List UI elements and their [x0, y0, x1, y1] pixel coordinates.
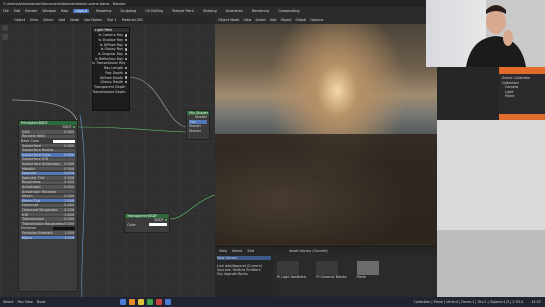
- folder-icon[interactable]: [137, 299, 144, 305]
- outliner-item[interactable]: Plane: [502, 94, 542, 99]
- bsdf-param-row[interactable]: Alpha 1.000: [19, 235, 77, 240]
- light-path-node[interactable]: Light Path Is Camera Ray Is Shadow Ray I…: [92, 27, 130, 111]
- mode-dropdown[interactable]: Object Mode: [218, 18, 239, 22]
- tab-animation[interactable]: Animation: [224, 9, 245, 13]
- light-path-output[interactable]: Diffuse Depth: [95, 75, 127, 80]
- windows-start-icon[interactable]: [119, 299, 126, 305]
- presenter-figure: [466, 0, 545, 67]
- light-path-output[interactable]: Is Transmission Ray: [92, 61, 127, 66]
- asset-tile[interactable]: Pl Ceramic Blocks: [316, 261, 347, 279]
- window-title: C:\Users\Administrator\Documents\blender…: [3, 1, 126, 6]
- vp-menu-object[interactable]: Object: [280, 18, 291, 22]
- orientation-dropdown[interactable]: Global: [296, 18, 307, 22]
- bsdf-param-row[interactable]: Emission Strength 1.000: [19, 231, 77, 236]
- bsdf-param-row[interactable]: Transmission 0.000: [19, 217, 77, 222]
- tab-rendering[interactable]: Rendering: [250, 9, 271, 13]
- bsdf-param-row[interactable]: Clearcoat Roughness 0.030: [19, 208, 77, 213]
- menu-render[interactable]: Render: [25, 9, 37, 13]
- status-node: Node: [36, 300, 46, 304]
- render-preview: [437, 120, 545, 297]
- bsdf-param-row[interactable]: Clearcoat 0.000: [19, 203, 77, 208]
- status-pan: Pan View: [17, 300, 33, 304]
- webcam-overlay: [426, 0, 545, 67]
- tab-layout[interactable]: Layout: [73, 9, 89, 13]
- outliner-header: [499, 67, 545, 74]
- light-path-title: Light Path: [93, 28, 129, 32]
- bsdf-param-row[interactable]: Anisotropic 0.000: [19, 185, 77, 190]
- tab-texture-paint[interactable]: Texture Paint: [170, 9, 196, 13]
- bsdf-param-row[interactable]: GGX 0.000: [19, 130, 77, 135]
- light-path-output[interactable]: Is Camera Ray: [95, 33, 127, 38]
- app-icon[interactable]: [164, 299, 171, 305]
- catalog-item[interactable]: Now Library: [217, 256, 271, 260]
- vp-menu-select[interactable]: Select: [255, 18, 265, 22]
- ab-menu-select[interactable]: Select: [232, 249, 242, 253]
- options-dropdown[interactable]: Options: [310, 18, 323, 22]
- menu-file[interactable]: File: [3, 9, 9, 13]
- light-path-output[interactable]: Is Reflection Ray: [95, 56, 127, 61]
- light-path-output[interactable]: Glossy Depth: [95, 80, 127, 85]
- asset-tile[interactable]: Pl Light Aesthetic: [277, 261, 306, 279]
- render-floor: [437, 230, 545, 297]
- asset-grid: Pl Light Aesthetic Pl Ceramic Blocks Pla…: [277, 261, 379, 279]
- bsdf-param-row[interactable]: Transmission Roughness 0.000: [19, 221, 77, 226]
- status-select: Select: [3, 300, 14, 304]
- tab-compositing[interactable]: Compositing: [276, 9, 301, 13]
- asset-browser[interactable]: View Select Edit Asset Library (Current)…: [215, 246, 437, 298]
- 3d-viewport-render[interactable]: [215, 24, 437, 246]
- mix-shader-input[interactable]: Shader: [187, 129, 209, 134]
- tab-sculpting[interactable]: Sculpting: [118, 9, 138, 13]
- menu-window[interactable]: Window: [42, 9, 55, 13]
- bsdf-param-row[interactable]: Subsurface Color 0.500: [19, 153, 77, 158]
- menu-bar: File Edit Render Window Help Layout Mode…: [0, 7, 426, 15]
- browser-icon[interactable]: [155, 299, 162, 305]
- mix-shader-node[interactable]: Mix Shader Shader Fac Shader Shader: [186, 110, 210, 140]
- transparent-bsdf-node[interactable]: Transparent BSDF BSDF Color: [124, 213, 170, 233]
- clock: 14:22: [531, 300, 541, 304]
- bsdf-param-row[interactable]: Sheen 0.000: [19, 194, 77, 199]
- asset-tile[interactable]: Plane: [356, 261, 379, 279]
- light-path-output[interactable]: Is Glossy Ray: [95, 47, 127, 52]
- tab-shading[interactable]: Shading: [201, 9, 219, 13]
- blender-icon[interactable]: [128, 299, 135, 305]
- bsdf-param-row[interactable]: Subsurface Radius: [19, 148, 77, 153]
- asset-catalog-sidebar: Now Library Link Add/Append (Current) So…: [215, 254, 273, 298]
- light-path-output[interactable]: Is Singular Ray: [95, 52, 127, 57]
- library-dropdown[interactable]: Asset Library (Current): [289, 249, 328, 253]
- scene-stats: Collection | Plane | Verts:4 | Faces:1 |…: [413, 300, 524, 304]
- bsdf-param-row[interactable]: Specular 0.000: [19, 171, 77, 176]
- principled-bsdf-node[interactable]: Principled BSDF BSDF GGX 0.000 Random Wal…: [18, 120, 78, 292]
- vp-menu-add[interactable]: Add: [270, 18, 277, 22]
- viewport-header: Object Mode View Select Add Object Globa…: [215, 15, 437, 24]
- ab-menu-view[interactable]: View: [219, 249, 227, 253]
- menu-help[interactable]: Help: [61, 9, 69, 13]
- light-path-output[interactable]: Is Diffuse Ray: [95, 42, 127, 47]
- tab-modeling[interactable]: Modeling: [94, 9, 113, 13]
- outliner[interactable]: Scene Collection Collection Camera Light…: [499, 74, 545, 114]
- vp-menu-view[interactable]: View: [243, 18, 251, 22]
- bsdf-param-row[interactable]: Subsurface Anisotropy 0.000: [19, 162, 77, 167]
- light-path-output[interactable]: Is Shadow Ray: [95, 38, 127, 43]
- tab-uv-editing[interactable]: UV Editing: [143, 9, 165, 13]
- rocky-shore-render: [215, 134, 437, 246]
- menu-edit[interactable]: Edit: [14, 9, 21, 13]
- light-path-output[interactable]: Transparent Depth: [94, 85, 127, 90]
- bsdf-param-row[interactable]: Specular Tint 0.500: [19, 176, 77, 181]
- ab-menu-edit[interactable]: Edit: [248, 249, 255, 253]
- transparent-bsdf-color[interactable]: Color: [125, 223, 169, 228]
- asset-browser-header: View Select Edit Asset Library (Current): [215, 247, 437, 254]
- status-bar: Select Pan View Node Collection | Plane …: [0, 297, 545, 307]
- taskbar-icons: [119, 299, 171, 305]
- mix-shader-fac[interactable]: Fac: [187, 120, 209, 125]
- light-path-output[interactable]: Transmission Depth: [92, 89, 127, 94]
- catalog-item[interactable]: Dry Asphalt Rocks: [217, 272, 271, 276]
- app-icon[interactable]: [146, 299, 153, 305]
- title-bar: C:\Users\Administrator\Documents\blender…: [0, 0, 426, 7]
